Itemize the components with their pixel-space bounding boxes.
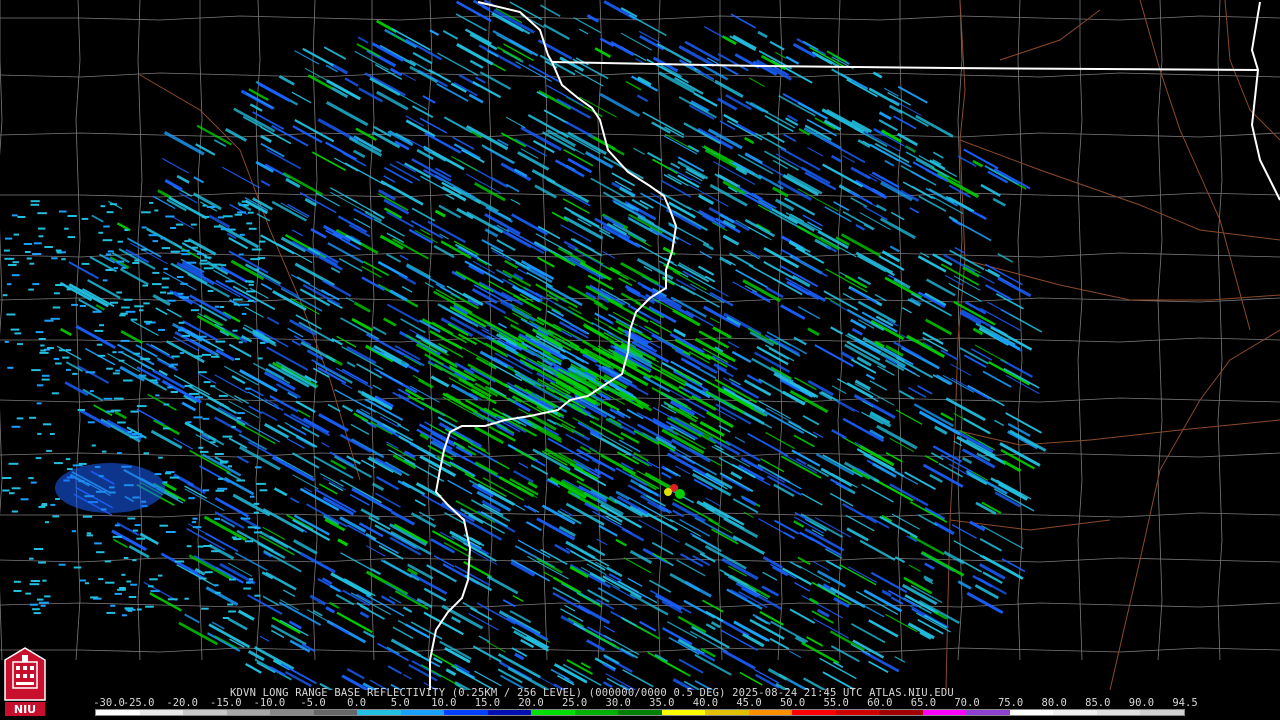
scale-color-segment bbox=[618, 710, 662, 715]
scale-label: -10.0 bbox=[253, 697, 286, 709]
scale-color-segment bbox=[313, 710, 358, 715]
county-borders bbox=[0, 0, 1280, 661]
scale-label: 35.0 bbox=[649, 697, 675, 709]
scale-color-segment bbox=[922, 710, 967, 715]
scale-color-segment bbox=[226, 710, 271, 715]
scale-label: 0.0 bbox=[347, 697, 367, 709]
scale-color-segment bbox=[792, 710, 836, 715]
scale-label: 15.0 bbox=[474, 697, 501, 709]
scale-label: -15.0 bbox=[209, 697, 242, 709]
scale-label: 94.5 bbox=[1172, 697, 1198, 709]
radar-map-view: NIU KDVN LONG RANGE BASE REFLECTIVITY (0… bbox=[0, 0, 1280, 720]
scale-color-segment bbox=[400, 710, 445, 715]
scale-color-segment bbox=[1009, 710, 1054, 715]
scale-color-segment bbox=[879, 710, 923, 715]
scale-color-segment bbox=[1140, 710, 1184, 715]
scale-color-segment bbox=[357, 710, 401, 715]
scale-color-segment bbox=[661, 710, 706, 715]
scale-color-segment bbox=[96, 710, 140, 715]
scale-color-segment bbox=[1096, 710, 1141, 715]
scale-label: 40.0 bbox=[692, 697, 719, 709]
scale-label: 60.0 bbox=[867, 697, 893, 709]
scale-color-segment bbox=[574, 710, 619, 715]
scale-color-segment bbox=[270, 710, 314, 715]
scale-label: 20.0 bbox=[518, 697, 544, 709]
scale-label: -25.0 bbox=[122, 697, 155, 709]
scale-label: 85.0 bbox=[1085, 697, 1111, 709]
scale-label: -20.0 bbox=[166, 697, 198, 709]
scale-label: 90.0 bbox=[1128, 697, 1155, 709]
scale-color-segment bbox=[748, 710, 793, 715]
scale-label: 50.0 bbox=[779, 697, 806, 709]
scale-label: 25.0 bbox=[561, 697, 588, 709]
scale-color-segment bbox=[966, 710, 1010, 715]
scale-color-segment bbox=[444, 710, 488, 715]
color-scale-bar bbox=[95, 709, 1185, 716]
scale-label: 30.0 bbox=[605, 697, 631, 709]
scale-label: 65.0 bbox=[910, 697, 937, 709]
legend-footer: KDVN LONG RANGE BASE REFLECTIVITY (0.25K… bbox=[0, 686, 1280, 720]
scale-color-segment bbox=[487, 710, 532, 715]
scale-color-segment bbox=[705, 710, 749, 715]
scale-color-segment bbox=[1053, 710, 1097, 715]
scale-label: 80.0 bbox=[1041, 697, 1067, 709]
scale-label: 5.0 bbox=[390, 697, 410, 709]
scale-color-segment bbox=[139, 710, 184, 715]
scale-label: 10.0 bbox=[431, 697, 457, 709]
radar-map[interactable] bbox=[0, 0, 1280, 690]
scale-color-segment bbox=[531, 710, 575, 715]
scale-label: -30.0 bbox=[93, 697, 125, 709]
reflectivity-echoes bbox=[2, 0, 1047, 690]
scale-label: 75.0 bbox=[997, 697, 1024, 709]
scale-label: 45.0 bbox=[736, 697, 762, 709]
radar-site-marker bbox=[561, 359, 571, 369]
scale-label: 70.0 bbox=[954, 697, 980, 709]
scale-color-segment bbox=[183, 710, 227, 715]
scale-label: 55.0 bbox=[823, 697, 849, 709]
scale-label: -5.0 bbox=[300, 697, 326, 709]
scale-color-segment bbox=[835, 710, 880, 715]
